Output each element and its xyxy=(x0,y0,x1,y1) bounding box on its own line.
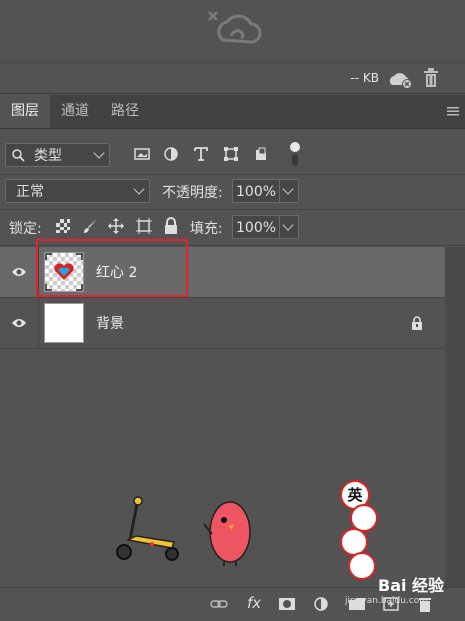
fill-value: 100% xyxy=(236,220,277,236)
filter-type-label: 类型 xyxy=(34,148,62,164)
watermark-brand: Bai 经验 xyxy=(378,576,445,595)
lock-image-pixels-icon[interactable] xyxy=(82,218,98,234)
filter-type-dropdown[interactable]: 类型 xyxy=(5,143,110,167)
opacity-label: 不透明度: xyxy=(162,185,223,201)
shape-layer-filter-icon[interactable] xyxy=(223,146,239,162)
blend-mode-value: 正常 xyxy=(16,184,44,200)
scrollbar[interactable] xyxy=(445,247,465,587)
sticker-column: 英 xyxy=(340,480,380,580)
layer-name[interactable]: 背景 xyxy=(96,313,124,333)
cloud-offline-icon[interactable] xyxy=(388,71,414,89)
visibility-column xyxy=(0,298,39,348)
divider xyxy=(0,209,465,210)
file-size-label: -- KB xyxy=(350,71,379,85)
chevron-down-icon xyxy=(282,183,294,195)
smart-object-filter-icon[interactable] xyxy=(253,146,269,162)
panel-menu-icon[interactable] xyxy=(447,105,459,117)
watermark-url: jingyan.baidu.com xyxy=(345,596,429,606)
lock-artboard-icon[interactable] xyxy=(136,218,152,234)
trash-icon[interactable] xyxy=(423,68,439,88)
visibility-column xyxy=(0,247,39,297)
layer-thumbnail[interactable] xyxy=(44,303,84,343)
lock-all-icon[interactable] xyxy=(164,217,178,234)
toggle-knob xyxy=(290,142,300,152)
fill-field[interactable]: 100% xyxy=(232,215,299,239)
chevron-down-icon xyxy=(93,147,105,159)
creative-cloud-sync-icon xyxy=(208,11,262,44)
blend-mode-dropdown[interactable]: 正常 xyxy=(5,179,150,203)
info-bar: -- KB xyxy=(0,62,465,94)
shirt-sticker xyxy=(348,552,376,580)
link-layers-icon[interactable] xyxy=(210,596,228,612)
annotation-highlight-box xyxy=(36,239,188,297)
blend-row: 正常 不透明度: 100% xyxy=(0,177,465,207)
lock-row: 锁定: 填充: 100% xyxy=(0,212,465,242)
add-mask-icon[interactable] xyxy=(278,596,296,612)
adjustment-layer-filter-icon[interactable] xyxy=(163,146,179,162)
lock-transparent-pixels-icon[interactable] xyxy=(56,219,70,233)
type-layer-filter-icon[interactable] xyxy=(193,146,209,162)
filter-toggle[interactable] xyxy=(289,142,301,166)
tab-channels[interactable]: 通道 xyxy=(50,95,100,128)
scooter-illustration xyxy=(116,496,179,561)
lock-label: 锁定: xyxy=(9,221,42,237)
toggle-track xyxy=(292,154,298,166)
cc-area xyxy=(0,0,465,62)
fill-label: 填充: xyxy=(190,221,223,237)
pixel-layer-filter-icon[interactable] xyxy=(134,146,150,162)
eye-icon[interactable] xyxy=(11,317,27,329)
tab-layers[interactable]: 图层 xyxy=(0,95,50,128)
chevron-down-icon xyxy=(282,219,294,231)
opacity-value: 100% xyxy=(236,184,277,200)
lock-position-icon[interactable] xyxy=(108,218,124,234)
bean-character-illustration xyxy=(203,501,251,566)
opacity-field[interactable]: 100% xyxy=(232,179,299,203)
panel-tabs: 图层 通道 路径 xyxy=(0,95,465,129)
adjustment-layer-icon[interactable] xyxy=(312,596,330,612)
divider xyxy=(279,180,280,202)
fx-button[interactable]: fx xyxy=(247,594,261,612)
search-icon xyxy=(12,149,25,162)
tab-paths[interactable]: 路径 xyxy=(100,95,150,128)
lock-icon xyxy=(412,316,422,330)
divider xyxy=(279,216,280,238)
eye-icon[interactable] xyxy=(11,266,27,278)
divider xyxy=(0,174,465,175)
chevron-down-icon xyxy=(133,183,145,195)
layer-row-background[interactable]: 背景 xyxy=(0,298,445,349)
